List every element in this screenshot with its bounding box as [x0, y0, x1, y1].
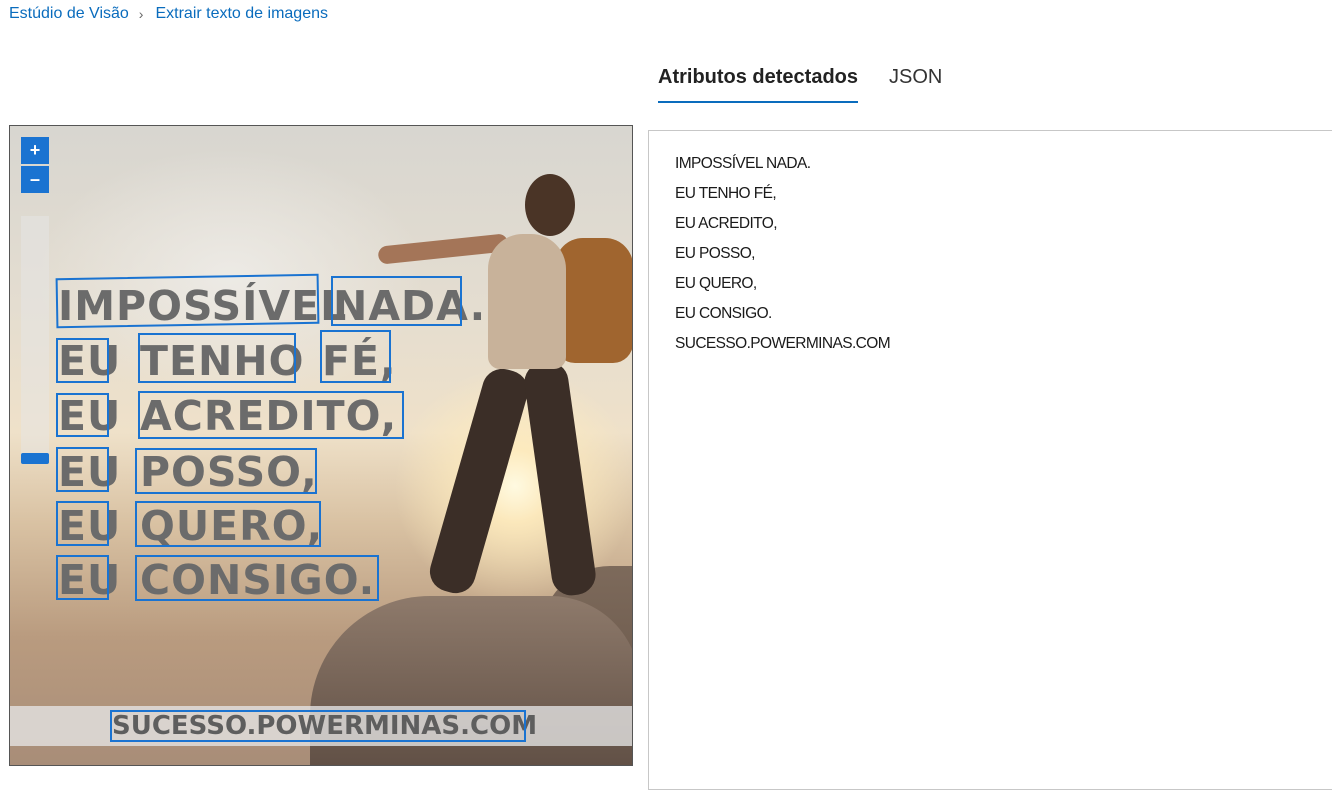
word-bounding-box[interactable] [56, 338, 109, 383]
word-bounding-box[interactable] [56, 555, 109, 600]
breadcrumb: Estúdio de Visão › Extrair texto de imag… [9, 5, 328, 23]
word-bounding-box[interactable] [135, 448, 317, 494]
word-bounding-box[interactable] [135, 555, 379, 601]
zoom-in-button[interactable]: + [21, 137, 49, 164]
detected-line: EU QUERO, [675, 275, 757, 292]
breadcrumb-vision-studio[interactable]: Estúdio de Visão [9, 5, 129, 23]
word-bounding-box[interactable] [138, 333, 296, 383]
word-bounding-box[interactable] [56, 393, 109, 437]
word-bounding-box[interactable] [320, 330, 391, 383]
detected-text-panel: IMPOSSÍVEL NADA. EU TENHO FÉ, EU ACREDIT… [648, 130, 1332, 790]
word-bounding-box[interactable] [138, 391, 404, 439]
tab-detected-attributes[interactable]: Atributos detectados [658, 66, 859, 103]
detected-line: EU ACREDITO, [675, 215, 778, 232]
detected-line: IMPOSSÍVEL NADA. [675, 155, 811, 172]
detected-line: EU TENHO FÉ, [675, 185, 777, 202]
result-tabs: Atributos detectados JSON [658, 66, 973, 103]
photo-backpack [555, 238, 632, 363]
chevron-right-icon: › [138, 6, 144, 22]
detected-line: EU CONSIGO. [675, 305, 772, 322]
tab-json[interactable]: JSON [889, 66, 942, 103]
breadcrumb-extract-text[interactable]: Extrair texto de imagens [155, 5, 328, 23]
word-bounding-box[interactable] [135, 501, 321, 547]
word-bounding-box[interactable] [331, 276, 462, 326]
word-bounding-box[interactable] [55, 273, 320, 329]
zoom-slider-track[interactable] [21, 216, 49, 462]
photo-person-head [525, 174, 575, 236]
zoom-slider-thumb[interactable] [21, 453, 49, 464]
zoom-out-button[interactable]: – [21, 166, 49, 193]
photo-person-body [488, 234, 566, 369]
word-bounding-box[interactable] [110, 710, 526, 742]
detected-line: SUCESSO.POWERMINAS.COM [675, 335, 891, 352]
image-viewer[interactable]: IMPOSSÍVEL NADA. EU TENHO FÉ, EU ACREDIT… [9, 125, 633, 766]
detected-line: EU POSSO, [675, 245, 755, 262]
word-bounding-box[interactable] [56, 447, 109, 492]
word-bounding-box[interactable] [56, 501, 109, 546]
